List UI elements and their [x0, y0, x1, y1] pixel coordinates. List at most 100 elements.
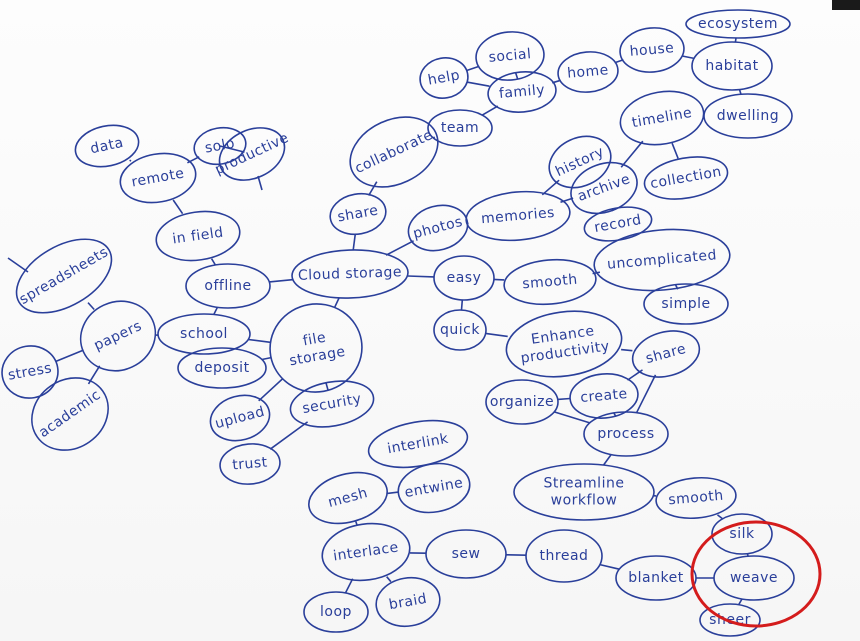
edge-interlace-loop — [344, 578, 354, 594]
edge-house-habitat — [682, 55, 695, 60]
node-share2: share — [631, 330, 701, 378]
node-easy: easy — [433, 255, 495, 301]
edge-enhance-share2 — [621, 348, 633, 352]
node-label: thread — [540, 548, 589, 564]
edge-blanket-thread — [599, 563, 620, 570]
node-school: school — [157, 313, 251, 355]
node-label: remote — [130, 165, 185, 190]
edge-easy-smooth1 — [493, 278, 505, 281]
node-label: smooth — [668, 488, 725, 509]
node-team: team — [427, 109, 493, 147]
node-security: security — [289, 380, 375, 428]
node-spreadsheets: spreadsheets — [15, 238, 113, 314]
node-sew: sew — [425, 529, 507, 579]
edge-filestorage-upload — [258, 377, 284, 402]
node-memories: memories — [465, 190, 571, 242]
node-label: collaborate — [353, 127, 436, 177]
edge-process-streamline — [602, 454, 612, 466]
edge-cloud-photos — [385, 240, 414, 256]
edge-smooth2-silk — [717, 514, 723, 520]
node-quick: quick — [433, 309, 487, 351]
node-label: easy — [447, 270, 482, 286]
edge-cloud-filestorage — [333, 297, 340, 309]
node-weave: weave — [713, 555, 795, 601]
node-collection: collection — [643, 156, 729, 200]
node-smooth2: smooth — [655, 476, 737, 520]
node-label: smooth — [522, 272, 579, 293]
edge-remote-data — [129, 159, 132, 162]
node-label: interlace — [332, 539, 399, 564]
node-uncomplicated: uncomplicated — [593, 228, 731, 292]
node-label: upload — [213, 404, 266, 433]
node-label: organize — [490, 394, 554, 410]
node-label: spreadsheets — [17, 244, 112, 308]
node-label: create — [580, 386, 629, 406]
node-label: filestorage — [285, 327, 347, 370]
edge-school-filestorage — [248, 338, 271, 344]
edge-cloud-offline — [269, 278, 294, 283]
node-process: process — [583, 411, 669, 457]
node-label: photos — [411, 214, 464, 243]
node-house: house — [619, 27, 685, 73]
node-cloud: Cloud storage — [291, 249, 409, 299]
edge-interlace-braid — [386, 576, 392, 583]
edge-cloud-share — [352, 233, 357, 251]
node-label: Enhanceproductivity — [517, 321, 610, 366]
mind-map-board: Cloud storage offline in field remote data so… — [0, 0, 860, 641]
node-home: home — [557, 51, 619, 93]
node-label: security — [301, 391, 363, 417]
node-label: simple — [661, 296, 710, 312]
node-smooth1: smooth — [503, 258, 597, 306]
node-label: school — [180, 326, 228, 342]
node-remote: remote — [119, 152, 197, 204]
node-label: ecosystem — [698, 16, 778, 32]
node-organize: organize — [485, 379, 559, 425]
node-label: silk — [729, 526, 755, 542]
node-label: academic — [36, 387, 104, 441]
node-braid: braid — [375, 576, 441, 628]
node-label: loop — [320, 604, 352, 620]
edge-share-collaborate — [368, 181, 378, 196]
node-label: trust — [232, 454, 269, 473]
node-enhance: Enhanceproductivity — [505, 310, 623, 378]
edge-mesh-entwine — [387, 491, 399, 495]
node-label: offline — [204, 278, 251, 294]
node-label: in field — [171, 224, 224, 247]
node-simple: simple — [643, 283, 729, 325]
node-family: family — [487, 71, 557, 113]
edge-infield-remote — [172, 199, 184, 215]
nodes: Cloud storage offline in field remotedata so… — [1, 9, 795, 637]
node-blanket: blanket — [615, 555, 697, 601]
node-silk: silk — [711, 513, 773, 555]
edge-help-social — [466, 65, 480, 72]
edge-organize-create — [557, 397, 571, 401]
node-mesh: mesh — [308, 471, 388, 525]
node-label: stress — [7, 360, 54, 383]
edge-quick-enhance — [485, 332, 508, 338]
edge-papers-spreadsheets — [87, 302, 95, 311]
edge-share2-process — [635, 374, 657, 414]
node-label: dwelling — [717, 108, 779, 124]
node-label: record — [593, 212, 643, 236]
node-label: social — [488, 46, 532, 66]
node-label: process — [597, 426, 654, 442]
node-photos: photos — [407, 204, 469, 252]
edge-archive-timeline — [620, 140, 644, 168]
node-label: blanket — [628, 570, 683, 586]
edge-easy-quick — [460, 299, 464, 311]
node-help: help — [419, 57, 469, 99]
node-habitat: habitat — [691, 41, 773, 91]
node-label: help — [427, 67, 462, 88]
node-loop: loop — [303, 591, 369, 633]
edge-weave-sheer — [738, 598, 743, 606]
edge-security-trust — [269, 421, 309, 450]
node-upload: upload — [209, 394, 271, 442]
edge-organize-process — [553, 411, 591, 424]
node-dwelling: dwelling — [703, 93, 793, 139]
node-interlink: interlink — [367, 419, 469, 469]
node-deposit: deposit — [177, 347, 267, 389]
node-label: family — [498, 82, 545, 102]
node-label: timeline — [631, 105, 694, 131]
node-label: mesh — [326, 485, 369, 511]
node-label: habitat — [705, 58, 758, 74]
